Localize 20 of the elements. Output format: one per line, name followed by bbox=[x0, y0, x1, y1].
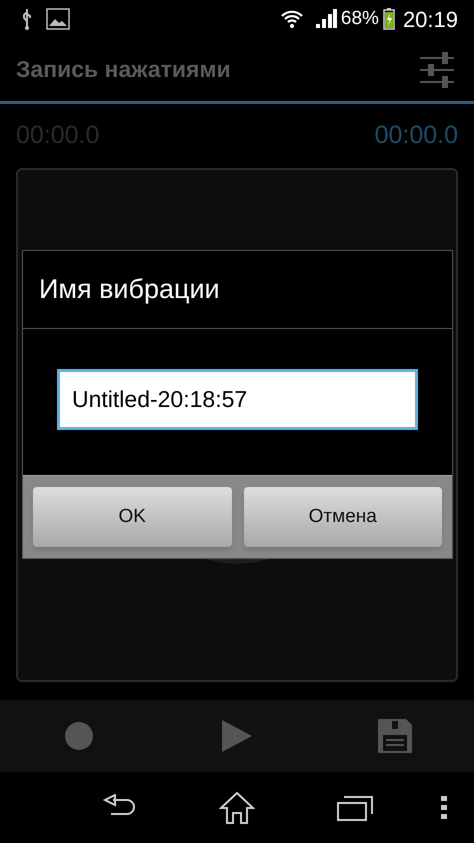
dialog-button[interactable]: OK bbox=[33, 487, 232, 547]
home-icon bbox=[219, 790, 255, 824]
play-icon bbox=[222, 720, 252, 752]
clock: 20:19 bbox=[402, 6, 458, 34]
total-time: 00:00.0 bbox=[374, 120, 458, 152]
record-icon bbox=[65, 722, 93, 750]
screen-title: Запись нажатиями bbox=[16, 55, 231, 84]
save-button[interactable] bbox=[375, 716, 415, 756]
battery-charging-icon bbox=[382, 8, 395, 30]
name-input[interactable]: Untitled-20:18:57 bbox=[57, 369, 418, 430]
signal-icon bbox=[314, 9, 337, 29]
dialog-title: Имя вибрации bbox=[39, 273, 220, 306]
dialog-button[interactable]: Отмена bbox=[244, 487, 442, 547]
more-icon bbox=[441, 796, 447, 820]
image-icon bbox=[46, 8, 70, 30]
battery-percent: 68% bbox=[340, 6, 379, 31]
wifi-icon bbox=[280, 9, 303, 29]
usb-icon bbox=[20, 8, 34, 30]
sliders-icon bbox=[418, 52, 456, 88]
recent-apps-icon bbox=[337, 794, 373, 820]
